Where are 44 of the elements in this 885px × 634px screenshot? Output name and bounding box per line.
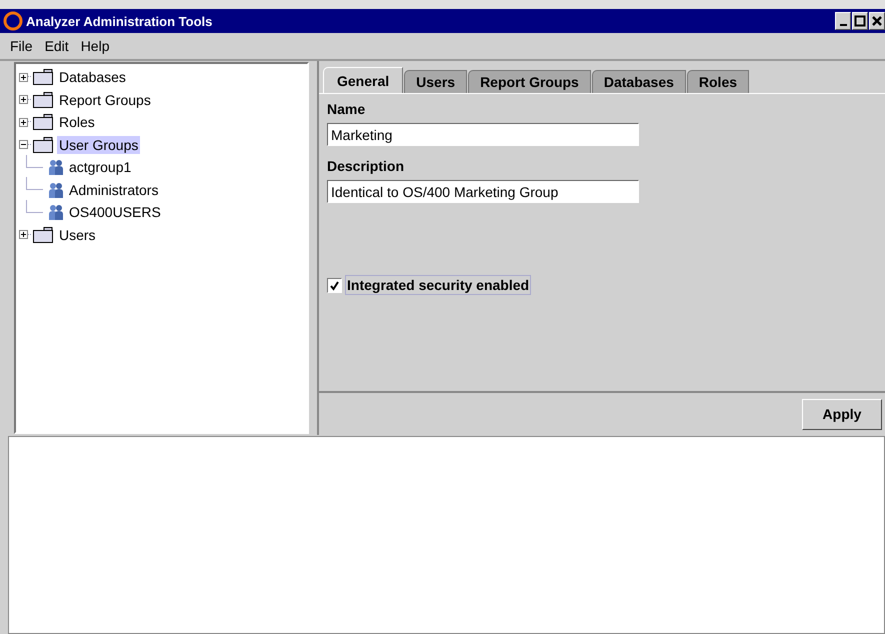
menu-item[interactable]: File: [4, 38, 39, 54]
window-title: Analyzer Administration Tools: [26, 14, 214, 28]
tab[interactable]: Databases: [592, 70, 686, 93]
expand-icon[interactable]: [19, 72, 28, 82]
apply-button[interactable]: Apply: [802, 398, 882, 430]
tree-item[interactable]: actgroup1: [67, 158, 134, 176]
people-icon: [48, 203, 64, 222]
maximize-button[interactable]: [852, 12, 868, 30]
folder-icon: [32, 113, 54, 132]
close-icon: [871, 15, 883, 27]
expand-icon[interactable]: [19, 230, 28, 240]
expand-icon[interactable]: [19, 95, 28, 104]
minimize-button[interactable]: [835, 12, 851, 30]
input-field[interactable]: Marketing: [327, 123, 639, 146]
menu-item[interactable]: Edit: [38, 38, 75, 54]
tab[interactable]: Users: [404, 70, 468, 93]
expand-icon[interactable]: [19, 118, 28, 127]
collapse-icon[interactable]: [19, 140, 28, 150]
input-field[interactable]: Identical to OS/400 Marketing Group: [327, 180, 639, 203]
tree-item[interactable]: Report Groups: [57, 90, 153, 109]
close-button[interactable]: [869, 12, 885, 30]
tab[interactable]: Report Groups: [468, 70, 591, 93]
folder-icon: [32, 136, 54, 154]
ring-icon: [3, 11, 23, 31]
tree-item[interactable]: Users: [57, 226, 98, 244]
tree-item[interactable]: User Groups: [57, 136, 140, 154]
field-label: Description: [327, 158, 404, 174]
tree-item[interactable]: OS400USERS: [67, 203, 163, 222]
folder-icon: [32, 90, 54, 109]
tree-item[interactable]: Roles: [57, 113, 97, 132]
tab[interactable]: Roles: [686, 70, 750, 93]
checkbox[interactable]: [327, 278, 342, 292]
menu-item[interactable]: Help: [74, 38, 116, 54]
folder-icon: [32, 226, 54, 244]
field-label: Name: [327, 101, 366, 117]
people-icon: [48, 180, 64, 199]
people-icon: [48, 158, 64, 176]
tree-item[interactable]: Databases: [57, 68, 128, 86]
tree-item[interactable]: Administrators: [67, 180, 160, 199]
maximize-icon: [854, 15, 866, 27]
checkbox-label: Integrated security enabled: [345, 275, 532, 295]
tab[interactable]: General: [323, 67, 404, 93]
folder-icon: [32, 68, 54, 86]
minimize-icon: [840, 24, 846, 26]
